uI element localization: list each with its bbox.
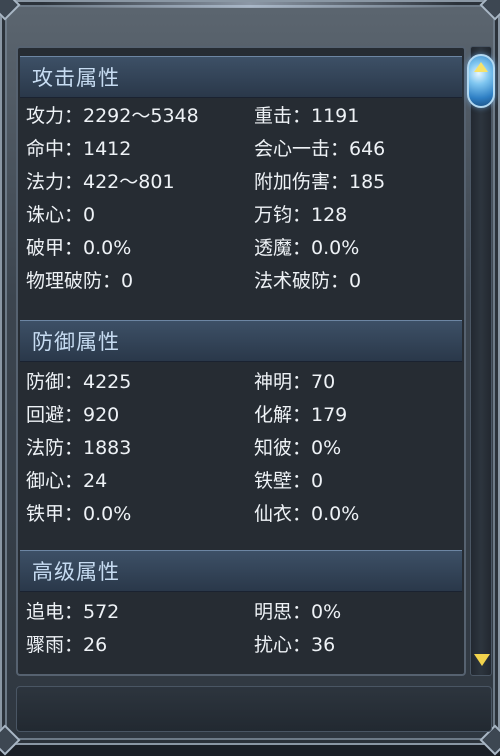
corner-ornament	[479, 0, 500, 21]
scroll-up-arrow-icon	[474, 62, 488, 72]
attribute-critical: 会心一击：646	[254, 138, 386, 160]
attribute-row: 攻力：2292～5348 重击：1191	[18, 100, 464, 132]
attribute-list-panel[interactable]: 攻击属性 攻力：2292～5348 重击：1191 命中：1412 会心一击：6…	[16, 46, 466, 676]
attribute-iron-wall: 铁壁：0	[254, 470, 324, 492]
attribute-extra-damage: 附加伤害：185	[254, 171, 386, 193]
attribute-row: 防御：4225 神明：70	[18, 366, 464, 398]
panel-bottom-bar	[16, 686, 492, 732]
attribute-zhuxin: 诛心：0	[26, 204, 96, 226]
attribute-shenming: 神明：70	[254, 371, 336, 393]
attribute-row: 物理破防：0 法术破防：0	[18, 265, 464, 297]
section-header-attack: 攻击属性	[20, 56, 462, 98]
attribute-row: 御心：24 铁壁：0	[18, 465, 464, 497]
scrollbar-track[interactable]	[470, 46, 492, 676]
attribute-row: 破甲：0.0% 透魔：0.0%	[18, 232, 464, 264]
attribute-heavy-strike: 重击：1191	[254, 105, 360, 127]
attribute-mingsi: 明思：0%	[254, 601, 342, 623]
section-header-defense: 防御属性	[20, 320, 462, 362]
attribute-zhouyu: 骤雨：26	[26, 634, 108, 656]
section-title-attack: 攻击属性	[32, 66, 120, 90]
attribute-wanjun: 万钧：128	[254, 204, 348, 226]
attribute-row: 法力：422～801 附加伤害：185	[18, 166, 464, 198]
attribute-row: 诛心：0 万钧：128	[18, 199, 464, 231]
attribute-zhibi: 知彼：0%	[254, 437, 342, 459]
attribute-magic-power: 法力：422～801	[26, 171, 175, 193]
attribute-row: 法防：1883 知彼：0%	[18, 432, 464, 464]
attribute-defense: 防御：4225	[26, 371, 132, 393]
attribute-row: 回避：920 化解：179	[18, 399, 464, 431]
attribute-magic-pierce: 透魔：0.0%	[254, 237, 360, 259]
attribute-immortal-robe: 仙衣：0.0%	[254, 503, 360, 525]
attribute-row: 命中：1412 会心一击：646	[18, 133, 464, 165]
attribute-raoxin: 扰心：36	[254, 634, 336, 656]
attribute-row: 骤雨：26 扰心：36	[18, 629, 464, 661]
attribute-dissolve: 化解：179	[254, 404, 348, 426]
attribute-physical-penetration: 物理破防：0	[26, 270, 134, 292]
section-title-defense: 防御属性	[32, 330, 120, 354]
attribute-attack-power: 攻力：2292～5348	[26, 105, 199, 127]
attribute-magic-penetration: 法术破防：0	[254, 270, 362, 292]
attribute-hit: 命中：1412	[26, 138, 132, 160]
attribute-armor-break: 破甲：0.0%	[26, 237, 132, 259]
attribute-row: 铁甲：0.0% 仙衣：0.0%	[18, 498, 464, 530]
section-header-advanced: 高级属性	[20, 550, 462, 592]
attribute-zhuidian: 追电：572	[26, 601, 120, 623]
corner-ornament	[0, 0, 21, 21]
attribute-magic-defense: 法防：1883	[26, 437, 132, 459]
attribute-iron-armor: 铁甲：0.0%	[26, 503, 132, 525]
scrollbar-thumb[interactable]	[467, 54, 495, 108]
attribute-row: 追电：572 明思：0%	[18, 596, 464, 628]
attribute-panel-frame: 攻击属性 攻力：2292～5348 重击：1191 命中：1412 会心一击：6…	[0, 0, 500, 756]
frame-glow	[42, 2, 458, 8]
attribute-evasion: 回避：920	[26, 404, 120, 426]
section-title-advanced: 高级属性	[32, 560, 120, 584]
attribute-yuxin: 御心：24	[26, 470, 108, 492]
scroll-down-arrow-icon[interactable]	[474, 654, 490, 666]
